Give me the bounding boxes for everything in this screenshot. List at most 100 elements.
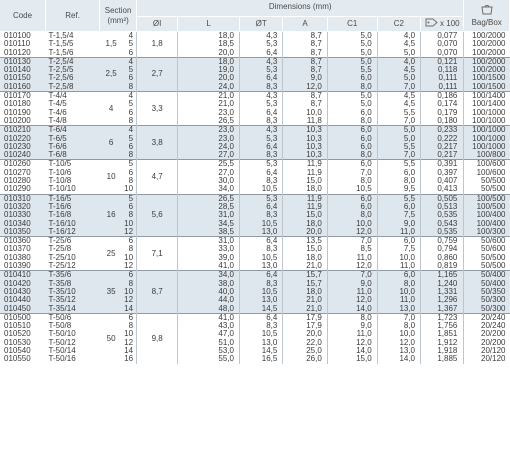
- price-cell: 0,794: [420, 245, 465, 254]
- table-row: 010140 T-2,5/5 5 19,0 5,3 8,7 5,5 4,5 0,118 100/2…: [0, 66, 510, 75]
- pack-cell: 100/1000: [463, 125, 510, 135]
- tube-diameter-cell: 10,5: [239, 253, 284, 263]
- table-row: 010340 T-16/10 10 34,5 10,5 18,0 10,0 9,0 0,543 1…: [0, 219, 510, 228]
- price-cell: 0,111: [420, 74, 465, 83]
- price-cell: 0,070: [420, 48, 465, 58]
- inner-diameter-cell: 1,8: [136, 31, 179, 58]
- tube-diameter-cell: 6,4: [239, 48, 284, 58]
- pack-cell: 100/500: [463, 202, 510, 212]
- c2-cell: 5,5: [377, 193, 422, 203]
- code-cell: 010280: [0, 177, 46, 186]
- a-cell: 20,0: [282, 227, 328, 237]
- code-cell: 010420: [0, 279, 46, 288]
- inner-diameter-cell: 5,6: [136, 193, 179, 237]
- length-cell: 23,0: [177, 125, 240, 135]
- c1-cell: 8,0: [327, 312, 378, 323]
- code-cell: 010530: [0, 338, 46, 347]
- row-group: 010500 T-50/6 50 6 9,8 41,0 6,4 17,9 8,0 7,0 1,723…: [0, 312, 510, 364]
- a-cell: 18,0: [282, 253, 328, 263]
- tube-diameter-cell: 6,4: [239, 202, 284, 212]
- section-cell: 50: [99, 312, 123, 364]
- pack-cell: 100/2000: [463, 66, 510, 75]
- pack-cell: 20/120: [463, 355, 510, 364]
- c1-cell: 8,0: [327, 116, 378, 126]
- a-cell: 21,0: [282, 262, 328, 271]
- code-cell: 010100: [0, 31, 46, 41]
- code-cell: 010160: [0, 82, 46, 92]
- tube-diameter-cell: 14,5: [239, 304, 284, 314]
- length-cell: 41,0: [177, 262, 240, 271]
- pack-cell: 50/300: [463, 304, 510, 314]
- tube-diameter-cell: 8,3: [239, 116, 284, 126]
- c2-cell: 11,0: [377, 227, 422, 237]
- c1-cell: 10,0: [327, 219, 378, 228]
- tube-diameter-cell: 10,5: [239, 287, 284, 297]
- table-row: 010380 T-25/10 10 39,0 10,5 18,0 11,0 10,0 0,860…: [0, 253, 510, 263]
- ref-cell: T-50/14: [45, 346, 100, 356]
- tube-diameter-cell: 6,4: [239, 168, 284, 178]
- c1-cell: 8,0: [327, 151, 378, 160]
- bag-icon: [480, 4, 494, 18]
- tube-diameter-cell: 5,3: [239, 100, 284, 109]
- ref-cell: T-4/5: [45, 100, 100, 109]
- a-cell: 25,0: [282, 346, 328, 356]
- price-label: x 100: [440, 19, 460, 29]
- pack-cell: 100/1000: [463, 142, 510, 152]
- c1-cell: 6,0: [327, 202, 378, 212]
- c1-cell: 5,0: [327, 91, 378, 101]
- pack-cell: 20/200: [463, 330, 510, 339]
- pack-cell: 100/2000: [463, 40, 510, 49]
- c2-cell: 6,0: [377, 202, 422, 212]
- code-cell: 010150: [0, 74, 46, 83]
- length-cell: 20,0: [177, 74, 240, 83]
- column-header-phi-i: ØI: [136, 16, 179, 32]
- screw-size-cell: 8: [122, 116, 138, 126]
- code-cell: 010520: [0, 330, 46, 339]
- code-cell: 010230: [0, 142, 46, 152]
- column-header-l: L: [177, 16, 240, 32]
- a-cell: 21,0: [282, 296, 328, 305]
- pack-label: Bag/Box: [471, 17, 502, 27]
- pack-cell: 100/600: [463, 159, 510, 169]
- c2-cell: 6,0: [377, 270, 422, 280]
- c2-cell: 6,0: [377, 168, 422, 178]
- c1-cell: 12,0: [327, 296, 378, 305]
- price-cell: 0,222: [420, 134, 465, 143]
- c1-cell: 8,0: [327, 211, 378, 220]
- ref-cell: T-50/16: [45, 355, 100, 364]
- length-cell: 55,0: [177, 355, 240, 364]
- pack-cell: 20/200: [463, 338, 510, 347]
- length-cell: 43,0: [177, 322, 240, 331]
- ref-cell: T-25/10: [45, 253, 100, 263]
- row-group: 010210 T-6/4 6 4 3,8 23,0 4,3 10,3 6,0 5,0 0,233 10…: [0, 125, 510, 160]
- tube-diameter-cell: 16,5: [239, 355, 284, 364]
- table-row: 010530 T-50/12 12 51,0 13,0 22,0 12,0 12,0 1,912…: [0, 338, 510, 347]
- tube-diameter-cell: 6,4: [239, 236, 284, 246]
- screw-size-cell: 10: [122, 253, 138, 263]
- tube-diameter-cell: 5,3: [239, 134, 284, 143]
- length-cell: 34,0: [177, 270, 240, 280]
- c2-cell: 7,5: [377, 245, 422, 254]
- c1-cell: 6,0: [327, 108, 378, 117]
- tube-diameter-cell: 13,0: [239, 227, 284, 237]
- c2-cell: 9,0: [377, 219, 422, 228]
- a-cell: 8,7: [282, 31, 328, 41]
- ref-cell: T-1,5/6: [45, 48, 100, 58]
- screw-size-cell: 5: [122, 100, 138, 109]
- pack-cell: 50/600: [463, 236, 510, 246]
- a-cell: 15,0: [282, 211, 328, 220]
- c1-cell: 5,0: [327, 40, 378, 49]
- table-row: 010320 T-16/6 6 28,5 6,4 11,9 6,0 6,0 0,513 100/5…: [0, 202, 510, 212]
- a-cell: 17,9: [282, 312, 328, 323]
- pack-cell: 100/2000: [463, 56, 510, 67]
- code-cell: 010260: [0, 159, 46, 169]
- screw-size-cell: 6: [122, 312, 138, 323]
- c2-cell: 10,0: [377, 253, 422, 263]
- c2-cell: 8,0: [377, 322, 422, 331]
- table-row: 010260 T-10/5 10 5 4,7 25,5 5,3 11,9 6,0 5,5 0,391…: [0, 159, 510, 195]
- table-row: 010520 T-50/10 10 47,0 10,5 20,0 11,0 10,0 1,851…: [0, 330, 510, 339]
- code-cell: 010440: [0, 296, 46, 305]
- length-cell: 40,0: [177, 287, 240, 297]
- length-cell: 34,0: [177, 185, 240, 195]
- tube-diameter-cell: 4,3: [239, 91, 284, 101]
